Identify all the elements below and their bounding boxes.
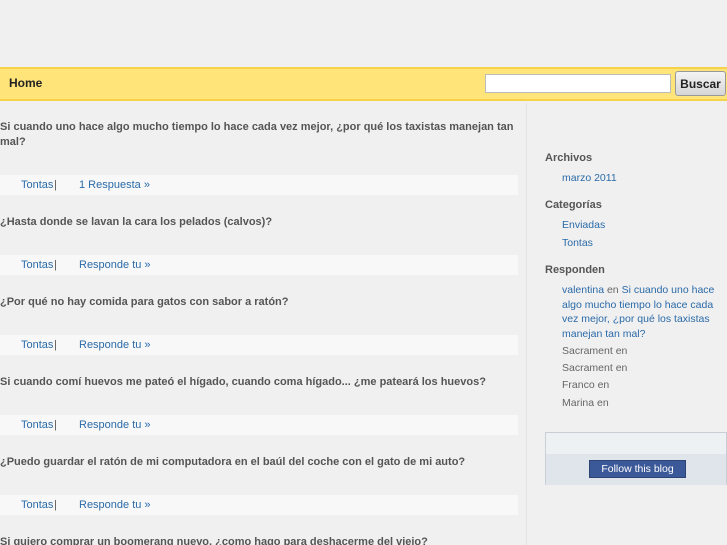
post-comments-link[interactable]: Responde tu »	[79, 495, 151, 515]
footer-separator: |	[54, 419, 57, 431]
post-comments-link[interactable]: Responde tu »	[79, 255, 151, 275]
post-footer: Tontas | 1 Respuesta »	[0, 175, 518, 195]
post-title[interactable]: Si cuando comí huevos me pateó el hígado…	[0, 375, 515, 390]
post-title[interactable]: Si cuando uno hace algo mucho tiempo lo …	[0, 120, 515, 150]
post-category-link[interactable]: Tontas	[21, 335, 53, 355]
recent-comment: Franco en	[562, 379, 610, 391]
post-title[interactable]: Si quiero comprar un boomerang nuevo, ¿c…	[0, 535, 515, 545]
recent-comment: Sacrament en	[562, 362, 628, 374]
recent-comment: Sacrament en	[562, 345, 628, 357]
footer-separator: |	[54, 499, 57, 511]
recent-comment: valentina en Si cuando uno hace algo muc…	[562, 283, 727, 341]
comment-en-text: en	[606, 284, 619, 296]
follow-blog-button[interactable]: Follow this blog	[589, 460, 686, 478]
post-comments-link[interactable]: Responde tu »	[79, 335, 151, 355]
post-title[interactable]: ¿Puedo guardar el ratón de mi computador…	[0, 455, 515, 470]
post-footer: Tontas | Responde tu »	[0, 335, 518, 355]
recent-comment: Marina en	[562, 397, 609, 409]
post-footer: Tontas | Responde tu »	[0, 415, 518, 435]
archive-link-marzo-2011[interactable]: marzo 2011	[562, 171, 617, 186]
post-footer: Tontas | Responde tu »	[0, 495, 518, 515]
post-category-link[interactable]: Tontas	[21, 415, 53, 435]
header-area	[0, 0, 727, 67]
post-title[interactable]: ¿Por qué no hay comida para gatos con sa…	[0, 295, 515, 310]
post-category-link[interactable]: Tontas	[21, 175, 53, 195]
search-button[interactable]: Buscar	[675, 71, 726, 96]
footer-separator: |	[54, 259, 57, 271]
post-category-link[interactable]: Tontas	[21, 255, 53, 275]
category-link-enviadas[interactable]: Enviadas	[562, 218, 605, 233]
category-link-tontas[interactable]: Tontas	[562, 236, 593, 251]
post-category-link[interactable]: Tontas	[21, 495, 53, 515]
main-content: Si cuando uno hace algo mucho tiempo lo …	[0, 103, 527, 545]
categories-title: Categorías	[545, 199, 602, 211]
follow-widget: Follow this blog	[545, 432, 727, 485]
footer-separator: |	[54, 339, 57, 351]
comments-title: Responden	[545, 264, 605, 276]
navigation-bar: Home Buscar	[0, 67, 727, 101]
post-comments-link[interactable]: Responde tu »	[79, 415, 151, 435]
post-footer: Tontas | Responde tu »	[0, 255, 518, 275]
sidebar: Archivos marzo 2011 Categorías Enviadas …	[528, 103, 727, 545]
post-comments-link[interactable]: 1 Respuesta »	[79, 175, 150, 195]
search-input[interactable]	[485, 74, 671, 93]
post-title[interactable]: ¿Hasta donde se lavan la cara los pelado…	[0, 215, 515, 230]
archives-title: Archivos	[545, 152, 593, 164]
footer-separator: |	[54, 179, 57, 191]
comment-author-link[interactable]: valentina	[562, 284, 604, 296]
nav-home-link[interactable]: Home	[9, 76, 42, 90]
